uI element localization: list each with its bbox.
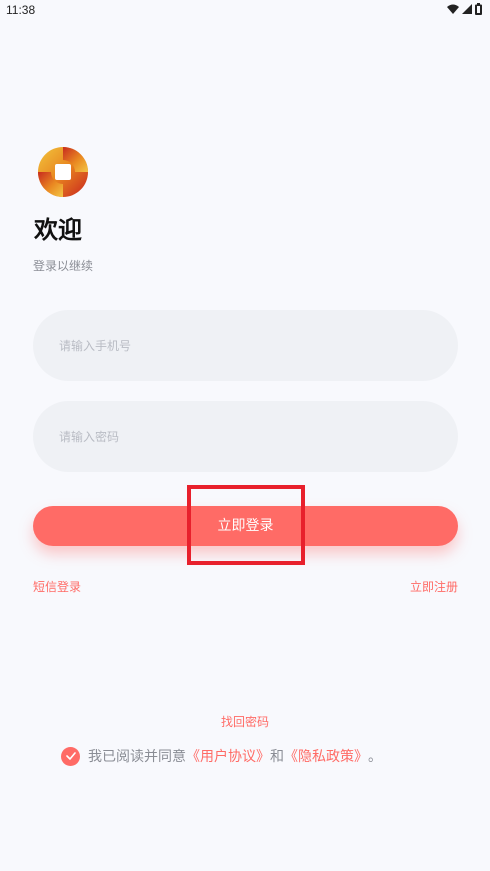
agreement-prefix: 我已阅读并同意 [88,749,186,765]
status-bar: 11:38 [0,0,490,22]
status-time: 11:38 [6,3,36,17]
wifi-icon [447,4,459,14]
privacy-policy-link[interactable]: 《隐私政策》 [284,746,368,766]
status-icons [447,3,482,15]
check-icon [65,752,76,760]
bank-logo [38,147,88,197]
signal-icon [462,4,472,14]
sms-login-link[interactable]: 短信登录 [33,578,81,595]
phone-input[interactable] [33,310,458,381]
agreement-row: 我已阅读并同意 《用户协议》 和 《隐私政策》 。 [61,746,382,766]
register-link[interactable]: 立即注册 [410,578,458,595]
agreement-and: 和 [270,749,284,765]
password-input[interactable] [33,401,458,472]
agreement-suffix: 。 [368,749,382,765]
agreement-checkbox[interactable] [61,746,80,766]
page-subtitle: 登录以继续 [33,259,94,273]
forgot-password-link[interactable]: 找回密码 [0,713,490,730]
highlight-annotation [187,485,305,565]
page-title: 欢迎 [34,216,82,244]
user-agreement-link[interactable]: 《用户协议》 [186,746,270,766]
battery-icon [475,3,482,15]
